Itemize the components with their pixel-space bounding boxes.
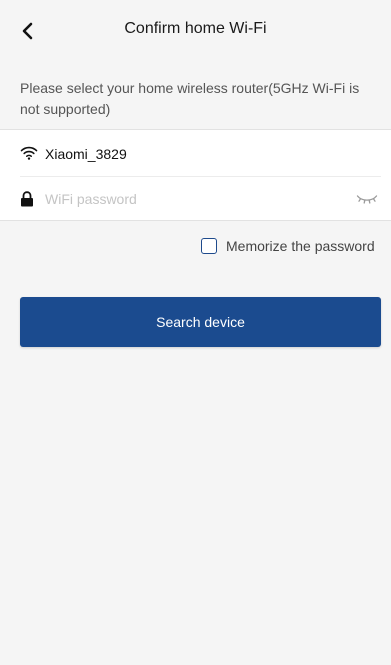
password-row — [0, 177, 391, 221]
header-bar: Confirm home Wi-Fi — [0, 0, 391, 62]
network-ssid: Xiaomi_3829 — [45, 146, 127, 162]
router-hint-text: Please select your home wireless router(… — [20, 80, 360, 117]
eye-closed-icon[interactable] — [356, 193, 378, 205]
chevron-left-icon[interactable] — [20, 22, 34, 40]
page-title: Confirm home Wi-Fi — [0, 20, 391, 38]
memorize-password-option[interactable]: Memorize the password — [201, 236, 375, 256]
wifi-password-input[interactable] — [45, 187, 345, 211]
network-row[interactable]: Xiaomi_3829 — [0, 130, 391, 176]
memorize-password-label: Memorize the password — [226, 238, 375, 254]
search-device-button[interactable]: Search device — [20, 297, 381, 347]
memorize-password-checkbox[interactable] — [201, 238, 217, 254]
lock-icon — [21, 191, 33, 207]
back-button[interactable] — [12, 16, 42, 46]
wifi-form-card: Xiaomi_3829 — [0, 129, 391, 221]
wifi-icon — [20, 146, 38, 160]
page-title-text: Confirm home Wi-Fi — [124, 20, 267, 37]
